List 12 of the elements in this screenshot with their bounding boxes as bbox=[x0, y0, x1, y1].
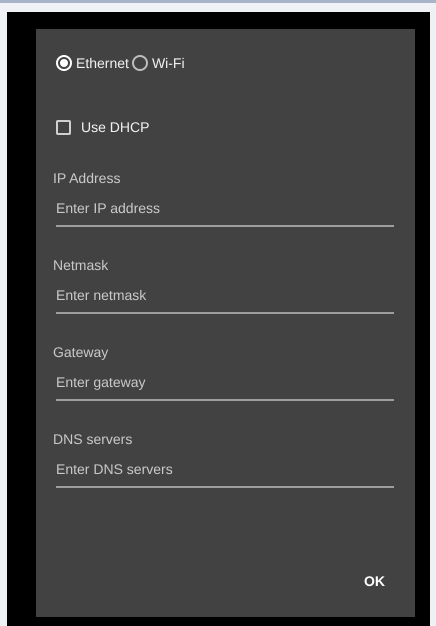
input-field[interactable]: Enter netmask bbox=[56, 287, 394, 314]
input-field[interactable]: Enter DNS servers bbox=[56, 461, 394, 488]
dhcp-checkbox[interactable]: Use DHCP bbox=[56, 119, 395, 135]
field-label: IP Address bbox=[53, 170, 122, 186]
radio-option[interactable]: Ethernet bbox=[56, 55, 129, 71]
field-label: Netmask bbox=[53, 257, 110, 273]
field-label: DNS servers bbox=[53, 431, 134, 447]
field-label: Gateway bbox=[53, 344, 110, 360]
input-field[interactable]: Enter IP address bbox=[56, 200, 394, 227]
radio-option[interactable]: Wi-Fi bbox=[132, 55, 185, 71]
input-field[interactable]: Enter gateway bbox=[56, 374, 394, 401]
ok-button[interactable]: OK bbox=[354, 565, 395, 597]
